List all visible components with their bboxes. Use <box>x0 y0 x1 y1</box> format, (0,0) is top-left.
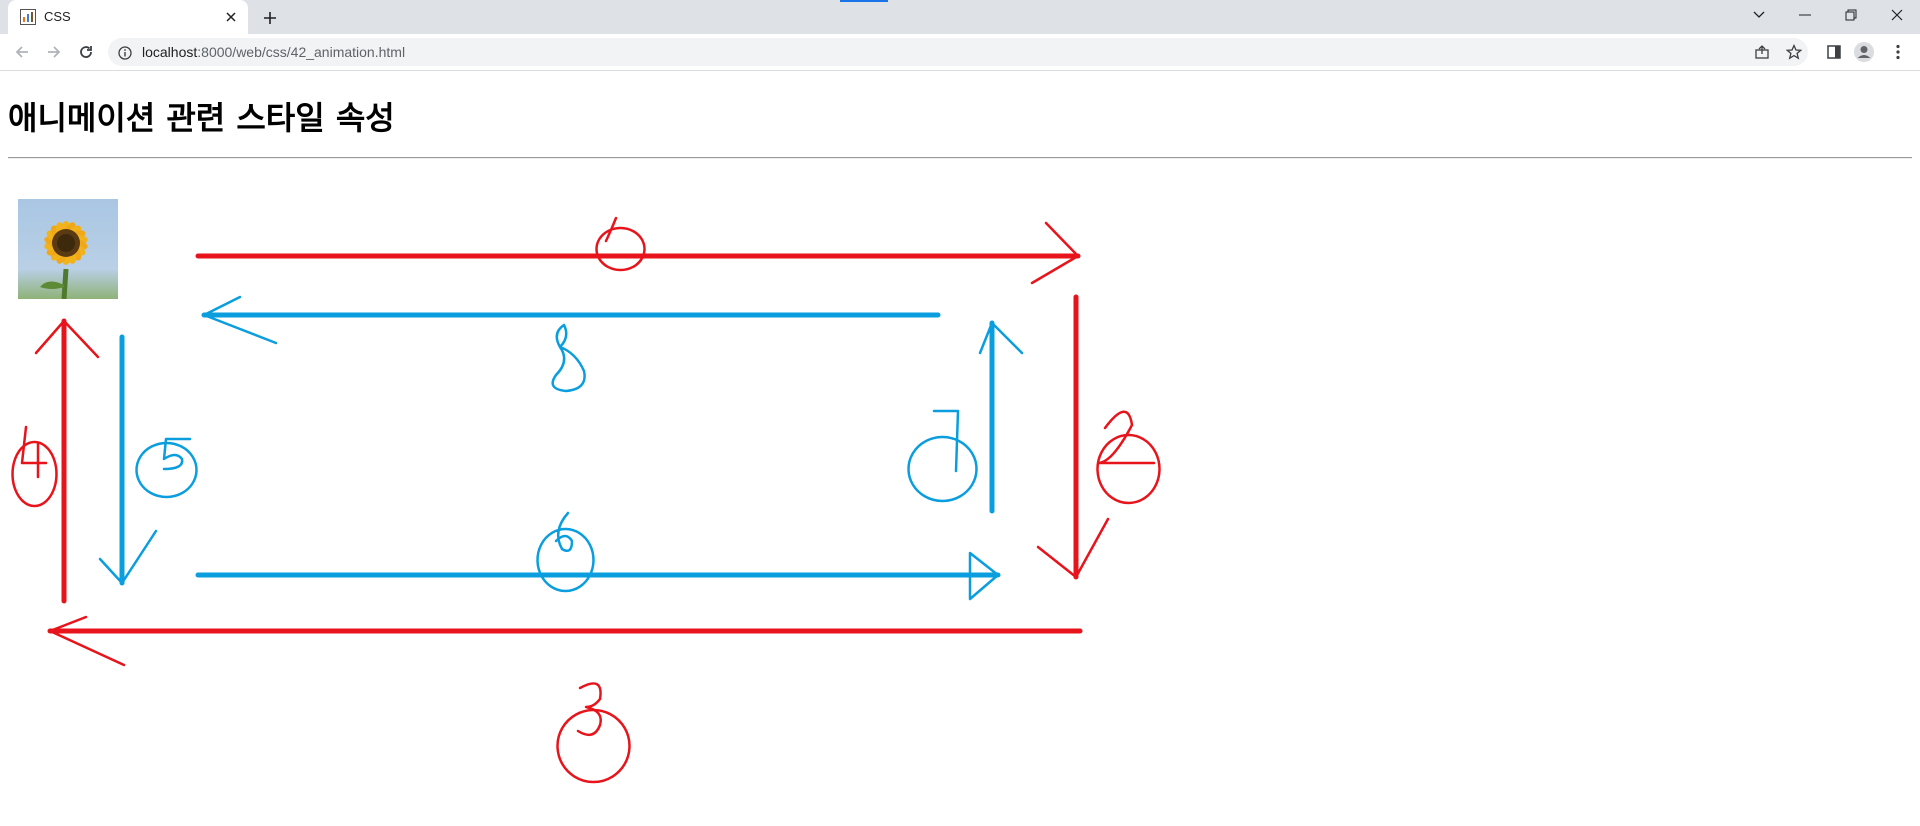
blue-arrow-8 <box>201 295 941 345</box>
url-text: localhost:8000/web/css/42_animation.html <box>142 44 405 60</box>
mark-7 <box>907 409 978 503</box>
red-arrow-1 <box>195 221 1081 285</box>
sunflower-image <box>18 199 118 300</box>
page-title: 애니메이션 관련 스타일 속성 <box>8 99 395 137</box>
tab-css[interactable]: CSS <box>8 0 248 34</box>
close-window-icon[interactable] <box>1874 0 1920 30</box>
browser-toolbar: localhost:8000/web/css/42_animation.html <box>0 34 1920 71</box>
red-arrow-3 <box>47 615 1083 667</box>
mark-1 <box>595 216 646 272</box>
red-arrow-4 <box>34 318 100 604</box>
page-content: 애니메이션 관련 스타일 속성 <box>0 71 1920 826</box>
mark-2 <box>1096 410 1161 505</box>
chevron-down-icon[interactable] <box>1736 0 1782 30</box>
info-icon[interactable] <box>118 45 132 60</box>
blue-arrow-7 <box>978 320 1024 514</box>
red-arrow-2 <box>1036 294 1110 580</box>
plus-icon[interactable] <box>258 6 282 30</box>
reload-icon[interactable] <box>74 40 98 64</box>
star-icon[interactable] <box>1782 40 1806 64</box>
top-loading-indicator <box>840 0 888 2</box>
back-arrow-icon[interactable] <box>10 40 34 64</box>
blue-arrow-6 <box>195 551 1001 601</box>
close-icon[interactable] <box>222 8 240 26</box>
horizontal-rule <box>8 157 1912 159</box>
mark-8 <box>551 323 586 393</box>
tab-strip: CSS <box>0 0 1920 34</box>
mark-3 <box>556 682 631 784</box>
url-host: localhost <box>142 44 198 60</box>
annotation-drawing <box>11 216 1161 784</box>
url-path: :8000/web/css/42_animation.html <box>197 44 406 60</box>
minimize-icon[interactable] <box>1782 0 1828 30</box>
mark-6 <box>536 511 595 593</box>
restore-icon[interactable] <box>1828 0 1874 30</box>
kebab-menu-icon[interactable] <box>1886 40 1910 64</box>
profile-icon[interactable] <box>1852 40 1876 64</box>
chart-favicon-icon <box>20 9 36 25</box>
share-icon[interactable] <box>1750 40 1774 64</box>
tab-title: CSS <box>44 9 71 24</box>
mark-5 <box>135 437 198 499</box>
address-bar[interactable]: localhost:8000/web/css/42_animation.html <box>108 38 1808 66</box>
mark-4 <box>11 425 58 508</box>
side-panel-icon[interactable] <box>1822 40 1846 64</box>
forward-arrow-icon[interactable] <box>42 40 66 64</box>
blue-arrow-5 <box>98 334 158 586</box>
